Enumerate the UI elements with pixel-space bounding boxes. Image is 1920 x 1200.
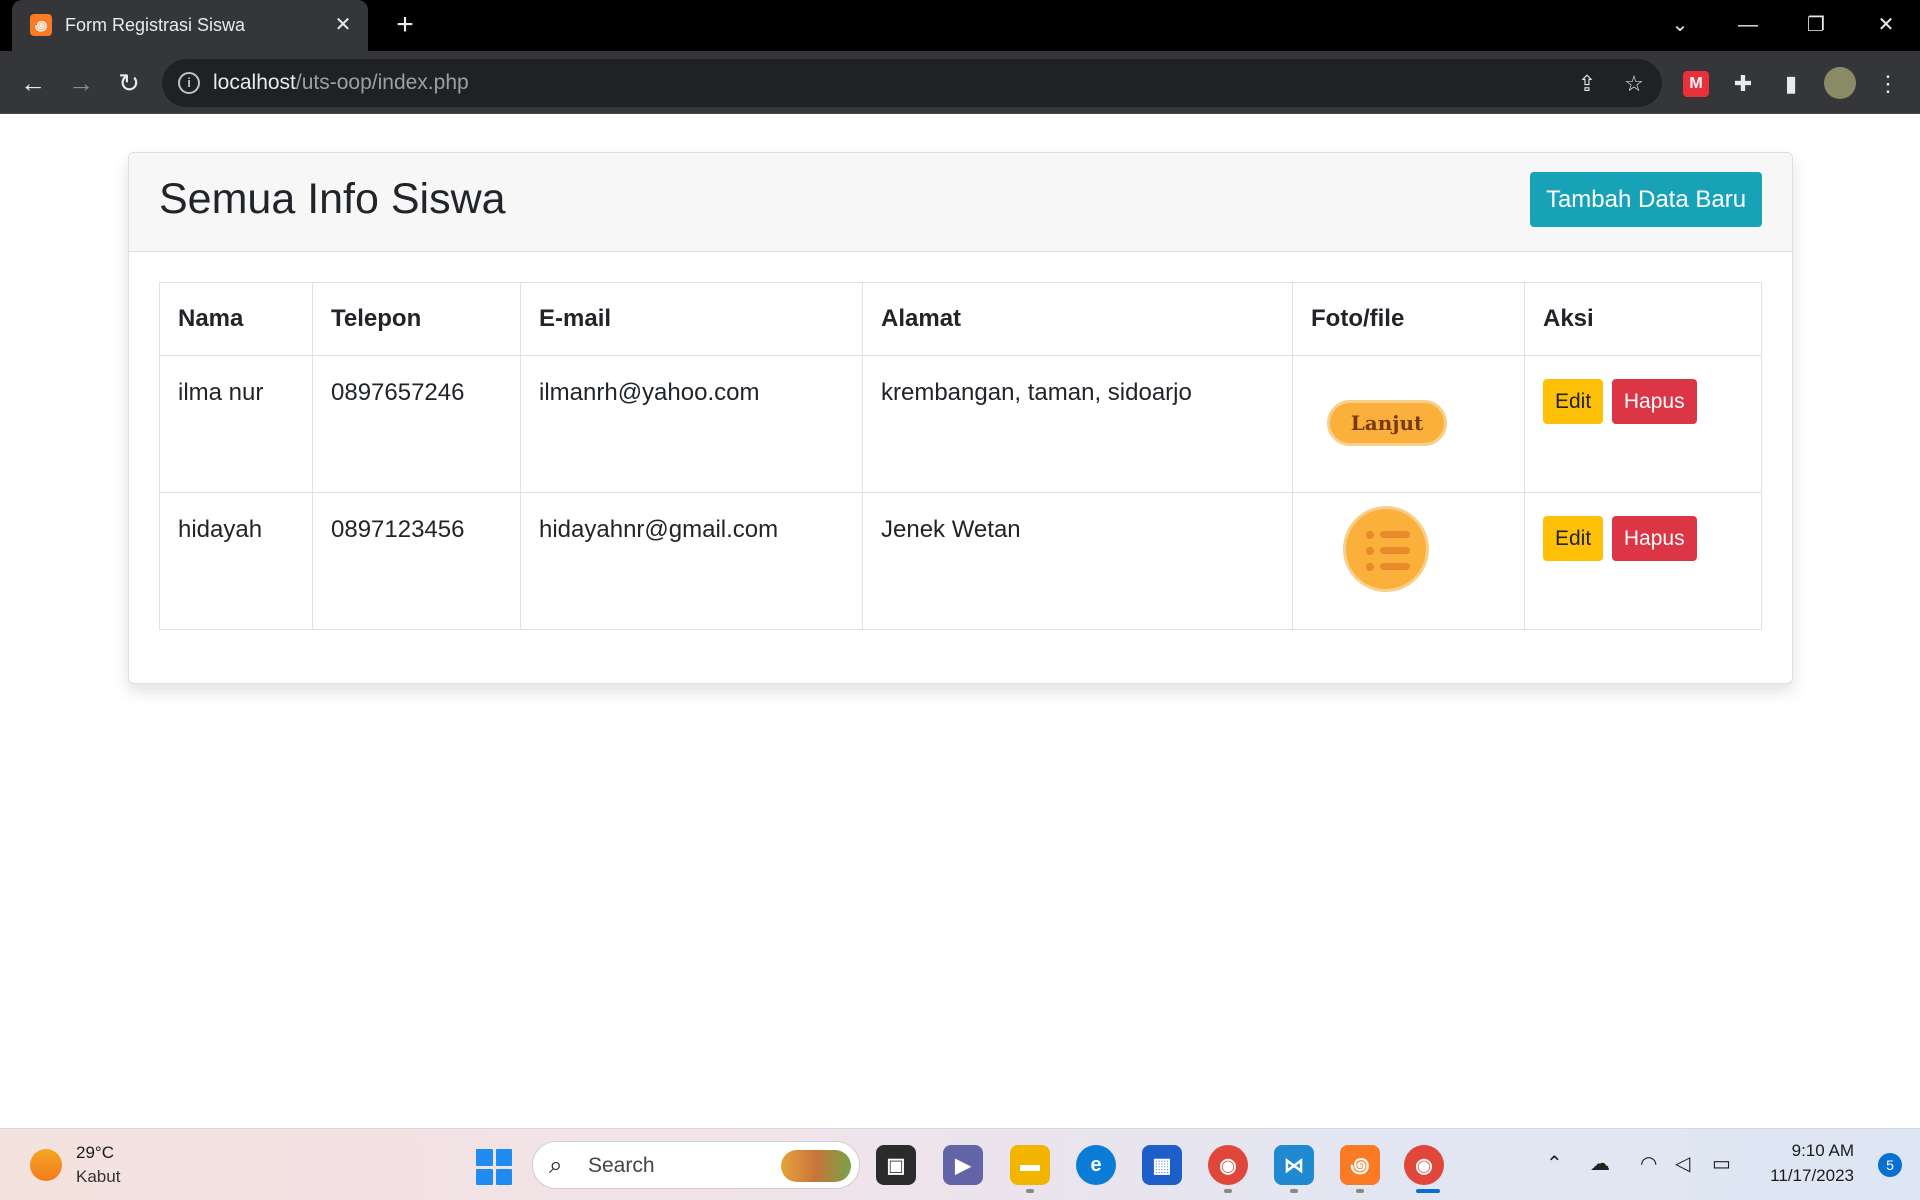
new-tab-button[interactable]: + [388, 8, 422, 42]
column-header-nama: Nama [159, 282, 313, 356]
profile-avatar[interactable] [1824, 67, 1856, 99]
extensions-puzzle-icon[interactable]: ✚ [1728, 69, 1758, 99]
reload-icon[interactable]: ↻ [111, 65, 147, 101]
list-menu-image [1343, 506, 1429, 592]
page-title: Semua Info Siswa [159, 175, 506, 223]
student-info-card: Semua Info Siswa Tambah Data Baru Nama T… [128, 152, 1793, 684]
cell-alamat: Jenek Wetan [862, 492, 1293, 630]
lanjut-button-image: Lanjut [1327, 400, 1447, 446]
cell-foto [1292, 492, 1525, 630]
table-row: hidayah 0897123456 hidayahnr@gmail.com J… [159, 492, 1762, 630]
xampp-icon[interactable]: ꩜ [1340, 1145, 1380, 1185]
card-header: Semua Info Siswa Tambah Data Baru [129, 153, 1792, 252]
clock-date[interactable]: 11/17/2023 [1770, 1166, 1854, 1186]
search-icon: ⌕ [549, 1152, 563, 1179]
start-windows-icon[interactable] [476, 1149, 512, 1185]
cell-aksi: Edit Hapus [1524, 492, 1762, 630]
tab-title: Form Registrasi Siswa [65, 15, 246, 35]
file-explorer-icon[interactable]: ▬ [1010, 1145, 1050, 1185]
active-indicator [1416, 1189, 1440, 1193]
edit-button[interactable]: Edit [1543, 516, 1604, 561]
cell-foto: Lanjut [1292, 355, 1525, 493]
running-indicator [1290, 1189, 1298, 1193]
delete-button[interactable]: Hapus [1611, 516, 1697, 561]
column-header-alamat: Alamat [862, 282, 1293, 356]
close-window-button[interactable]: ✕ [1866, 10, 1906, 40]
back-arrow-icon[interactable]: ← [15, 65, 51, 101]
cell-alamat: krembangan, taman, sidoarjo [862, 355, 1293, 493]
url-text: localhost/uts-oop/index.php [213, 71, 469, 94]
mendeley-extension-icon[interactable]: M [1683, 71, 1709, 97]
list-dot [1366, 547, 1374, 555]
table-row: ilma nur 0897657246 ilmanrh@yahoo.com kr… [159, 355, 1762, 493]
edge-browser-icon[interactable]: e [1076, 1145, 1116, 1185]
battery-icon[interactable]: ▭ [1712, 1151, 1731, 1176]
forward-arrow-icon[interactable]: → [63, 65, 99, 101]
cell-aksi: Edit Hapus [1524, 355, 1762, 493]
search-highlight-image [781, 1150, 851, 1182]
column-header-email: E-mail [520, 282, 863, 356]
restore-button[interactable]: ❐ [1796, 10, 1836, 40]
volume-icon[interactable]: ◁ [1675, 1151, 1690, 1176]
wifi-icon[interactable]: ◠ [1640, 1151, 1657, 1176]
running-indicator [1224, 1189, 1232, 1193]
address-bar[interactable]: i localhost/uts-oop/index.php ⇪ ☆ [162, 59, 1662, 107]
cell-email: hidayahnr@gmail.com [520, 492, 863, 630]
browser-tab[interactable]: ꩜ Form Registrasi Siswa ✕ [12, 0, 368, 51]
taskbar-search-box[interactable]: ⌕ Search [532, 1141, 860, 1189]
windows-taskbar: 29°C Kabut ⌕ Search ▣ ▶ ▬ e ▦ ◉ ⋈ ꩜ ◉ ⌃ … [0, 1128, 1920, 1200]
cell-nama: hidayah [159, 492, 313, 630]
weather-condition[interactable]: Kabut [76, 1167, 120, 1187]
table-header-row: Nama Telepon E-mail Alamat Foto/file Aks… [159, 282, 1762, 356]
bookmark-star-icon[interactable]: ☆ [1619, 69, 1649, 99]
list-line [1380, 563, 1410, 570]
side-panel-icon[interactable]: ▮ [1776, 69, 1806, 99]
weather-temperature[interactable]: 29°C [76, 1143, 114, 1163]
chrome-profile-m-icon[interactable]: ◉ [1208, 1145, 1248, 1185]
students-table: Nama Telepon E-mail Alamat Foto/file Aks… [159, 282, 1762, 630]
vscode-icon[interactable]: ⋈ [1274, 1145, 1314, 1185]
browser-titlebar: ꩜ Form Registrasi Siswa ✕ + ⌄ — ❐ ✕ [0, 0, 1920, 51]
microsoft-store-icon[interactable]: ▦ [1142, 1145, 1182, 1185]
site-info-icon[interactable]: i [178, 72, 200, 94]
chrome-active-icon[interactable]: ◉ [1404, 1145, 1444, 1185]
column-header-foto: Foto/file [1292, 282, 1525, 356]
list-dot [1366, 563, 1374, 571]
edit-button[interactable]: Edit [1543, 379, 1604, 424]
list-line [1380, 531, 1410, 538]
cell-nama: ilma nur [159, 355, 313, 493]
minimize-button[interactable]: — [1728, 10, 1768, 40]
menu-kebab-icon[interactable]: ⋮ [1873, 69, 1903, 99]
cell-telepon: 0897123456 [312, 492, 521, 630]
notification-badge[interactable]: 5 [1878, 1153, 1902, 1177]
delete-button[interactable]: Hapus [1611, 379, 1697, 424]
list-dot [1366, 531, 1374, 539]
tab-close-icon[interactable]: ✕ [330, 12, 356, 38]
clock-time[interactable]: 9:10 AM [1792, 1141, 1854, 1161]
cell-telepon: 0897657246 [312, 355, 521, 493]
running-indicator [1356, 1189, 1364, 1193]
column-header-telepon: Telepon [312, 282, 521, 356]
teams-chat-icon[interactable]: ▶ [943, 1145, 983, 1185]
weather-fog-icon[interactable] [30, 1149, 62, 1181]
show-hidden-icons-chevron-icon[interactable]: ⌃ [1546, 1151, 1563, 1176]
running-indicator [1026, 1189, 1034, 1193]
column-header-aksi: Aksi [1524, 282, 1762, 356]
xampp-favicon-icon: ꩜ [30, 14, 52, 36]
onedrive-icon[interactable]: ☁ [1590, 1151, 1610, 1176]
tab-search-chevron-icon[interactable]: ⌄ [1660, 10, 1700, 40]
cell-email: ilmanrh@yahoo.com [520, 355, 863, 493]
browser-toolbar: ← → ↻ i localhost/uts-oop/index.php ⇪ ☆ … [0, 51, 1920, 114]
share-icon[interactable]: ⇪ [1572, 69, 1602, 99]
list-line [1380, 547, 1410, 554]
search-label: Search [588, 1154, 655, 1177]
add-new-data-button[interactable]: Tambah Data Baru [1530, 172, 1762, 227]
task-view-icon[interactable]: ▣ [876, 1145, 916, 1185]
